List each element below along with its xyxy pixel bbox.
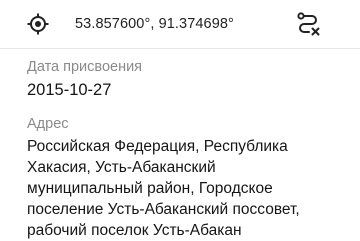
- assignment-date-value: 2015-10-27: [27, 81, 112, 99]
- coordinates-text: 53.857600°, 91.374698°: [75, 16, 234, 32]
- address-label: Адрес: [27, 116, 69, 132]
- address-value: Российская Федерация, Республика Хакасия…: [27, 138, 300, 239]
- route-clear-icon[interactable]: [295, 11, 321, 37]
- assignment-date-field: Дата присвоения 2015-10-27: [27, 57, 346, 101]
- header-divider: [0, 48, 360, 49]
- assignment-date-label: Дата присвоения: [27, 59, 143, 75]
- crosshair-gps-icon[interactable]: [26, 12, 50, 36]
- address-field: Адрес Российская Федерация, Республика Х…: [27, 114, 346, 241]
- location-header: 53.857600°, 91.374698°: [0, 0, 360, 48]
